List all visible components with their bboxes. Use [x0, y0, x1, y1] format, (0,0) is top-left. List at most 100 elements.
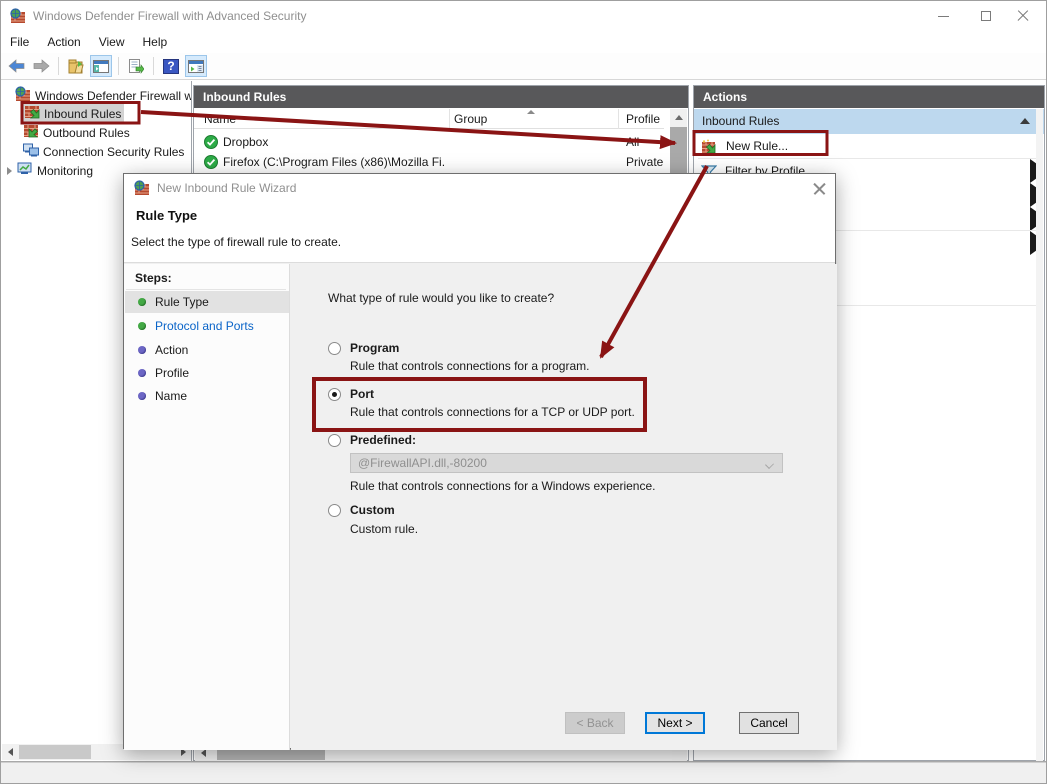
option-port-label: Port: [350, 387, 374, 401]
step-label: Profile: [155, 366, 189, 380]
rule-name: Firefox (C:\Program Files (x86)\Mozilla …: [223, 155, 446, 169]
rule-row-dropbox[interactable]: Dropbox: [204, 132, 268, 152]
firewall-icon: [134, 180, 150, 199]
minimize-button[interactable]: [926, 1, 960, 31]
window-title: Windows Defender Firewall with Advanced …: [33, 1, 306, 31]
status-strip: [1, 762, 1046, 784]
sort-ascending-icon: [527, 110, 535, 114]
column-name[interactable]: Name: [204, 112, 236, 126]
wizard-page-heading: Rule Type: [136, 208, 197, 223]
scroll-left-button[interactable]: [2, 744, 18, 760]
back-button[interactable]: [5, 55, 27, 77]
column-profile[interactable]: Profile: [626, 112, 660, 126]
radio-predefined[interactable]: [328, 434, 341, 447]
firewall-app-icon: [10, 8, 26, 27]
title-bar: Windows Defender Firewall with Advanced …: [1, 1, 1046, 31]
tree-item-label: Monitoring: [37, 164, 93, 178]
menu-view[interactable]: View: [90, 31, 134, 53]
monitoring-icon: [17, 162, 33, 179]
back-button[interactable]: < Back: [565, 712, 625, 734]
collapse-section-icon[interactable]: [1020, 118, 1030, 124]
close-button[interactable]: [1006, 1, 1040, 31]
menu-file[interactable]: File: [1, 31, 38, 53]
toolbar-separator: [118, 57, 119, 75]
new-rule-icon: [701, 139, 718, 154]
forward-arrow-icon: [33, 59, 50, 73]
action-label: New Rule...: [726, 139, 788, 153]
step-label[interactable]: Protocol and Ports: [155, 319, 254, 333]
column-divider: [449, 109, 450, 129]
maximize-button[interactable]: [969, 1, 1003, 31]
wizard-question: What type of rule would you like to crea…: [328, 291, 554, 305]
tree-item-label: Connection Security Rules: [43, 145, 184, 159]
tree-item-outbound-rules[interactable]: Outbound Rules: [23, 123, 130, 142]
menu-action[interactable]: Action: [38, 31, 89, 53]
column-header-row: Name Group Profile: [194, 109, 664, 129]
actions-section-inbound-rules[interactable]: Inbound Rules: [694, 109, 1044, 134]
dialog-close-button[interactable]: [812, 181, 827, 196]
column-divider: [618, 109, 619, 129]
option-port-desc: Rule that controls connections for a TCP…: [350, 405, 635, 419]
step-name[interactable]: Name: [125, 385, 289, 407]
tree-root-firewall[interactable]: Windows Defender Firewall with: [15, 86, 191, 105]
step-bullet-icon: [138, 298, 146, 306]
column-group[interactable]: Group: [454, 112, 487, 126]
step-bullet-icon: [138, 346, 146, 354]
radio-port[interactable]: [328, 388, 341, 401]
actions-scrollbar-track[interactable]: [1036, 109, 1043, 761]
option-program-desc: Rule that controls connections for a pro…: [350, 359, 589, 373]
step-profile[interactable]: Profile: [125, 362, 289, 384]
forward-button[interactable]: [30, 55, 52, 77]
radio-program[interactable]: [328, 342, 341, 355]
minimize-icon: [938, 16, 949, 17]
new-inbound-rule-wizard-dialog: New Inbound Rule Wizard Rule Type Select…: [123, 173, 836, 749]
open-button[interactable]: [65, 55, 87, 77]
predefined-dropdown[interactable]: @FirewallAPI.dll,-80200: [350, 453, 783, 473]
tree-item-connection-security-rules[interactable]: Connection Security Rules: [23, 142, 184, 161]
step-label: Action: [155, 343, 188, 357]
selected-highlight: Inbound Rules: [23, 104, 124, 123]
actions-pane-header: Actions: [694, 86, 1044, 108]
option-custom-label: Custom: [350, 503, 395, 517]
next-button[interactable]: Next >: [645, 712, 705, 734]
export-list-icon: [128, 59, 144, 74]
toolbar: ?: [1, 53, 1046, 80]
rule-profile: Private: [626, 155, 663, 169]
action-new-rule[interactable]: New Rule...: [694, 135, 1039, 157]
tree-item-monitoring[interactable]: Monitoring: [7, 161, 93, 180]
radio-custom[interactable]: [328, 504, 341, 517]
separator: [698, 158, 1038, 159]
option-custom-desc: Custom rule.: [350, 522, 418, 536]
tree-root-label: Windows Defender Firewall with: [35, 89, 191, 103]
step-protocol-and-ports[interactable]: Protocol and Ports: [125, 315, 289, 337]
dialog-title: New Inbound Rule Wizard: [157, 174, 296, 202]
show-action-pane-button[interactable]: [185, 55, 207, 77]
inbound-rules-icon: [24, 105, 40, 122]
rule-name: Dropbox: [223, 135, 268, 149]
step-action[interactable]: Action: [125, 339, 289, 361]
step-rule-type[interactable]: Rule Type: [125, 291, 289, 313]
step-bullet-icon: [138, 369, 146, 377]
cancel-button[interactable]: Cancel: [739, 712, 799, 734]
option-predefined-label: Predefined:: [350, 433, 416, 447]
option-program-label: Program: [350, 341, 399, 355]
scrollbar-thumb[interactable]: [19, 745, 91, 759]
console-tree-icon: [93, 60, 109, 73]
close-icon: [1017, 10, 1029, 22]
help-button[interactable]: ?: [160, 55, 182, 77]
enabled-check-icon: [204, 155, 218, 169]
action-pane-icon: [188, 60, 204, 73]
tree-item-inbound-rules[interactable]: Inbound Rules: [23, 104, 124, 123]
show-console-tree-button[interactable]: [90, 55, 112, 77]
step-bullet-icon: [138, 322, 146, 330]
scroll-up-button[interactable]: [670, 109, 687, 126]
chevron-down-icon: [765, 460, 774, 469]
outbound-rules-icon: [23, 124, 39, 141]
menu-help[interactable]: Help: [134, 31, 177, 53]
expand-chevron-icon[interactable]: [7, 167, 12, 175]
rule-row-firefox[interactable]: Firefox (C:\Program Files (x86)\Mozilla …: [204, 152, 446, 172]
wizard-steps-panel: Steps: Rule Type Protocol and Ports Acti…: [124, 264, 290, 750]
rule-profile: All: [626, 135, 639, 149]
export-list-button[interactable]: [125, 55, 147, 77]
maximize-icon: [981, 11, 991, 21]
